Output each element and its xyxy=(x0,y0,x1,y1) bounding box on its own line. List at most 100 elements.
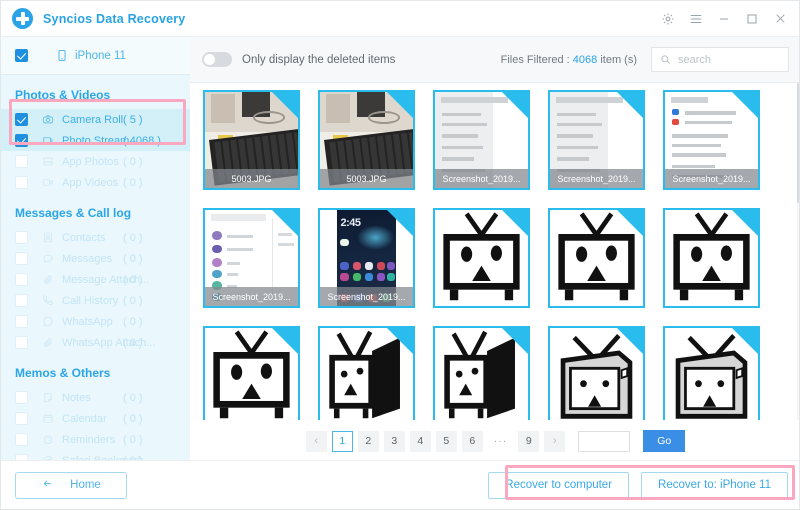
hamburger-menu-icon[interactable] xyxy=(689,12,703,26)
sidebar-section-title: Memos & Others xyxy=(15,366,111,380)
sidebar-item-count: ( 0 ) xyxy=(123,412,143,425)
thumbnail-item[interactable] xyxy=(663,208,760,308)
thumbnail-item[interactable]: 2:45 Screenshot_2019... xyxy=(318,208,415,308)
sidebar-item-label: Reminders xyxy=(62,433,116,446)
sidebar-item-camera-roll[interactable]: Camera Roll( 5 ) xyxy=(1,109,190,130)
thumbnail-item[interactable]: Screenshot_2019... xyxy=(433,90,530,190)
thumbnail-item[interactable] xyxy=(433,208,530,308)
sidebar-item-checkbox xyxy=(15,294,28,307)
minimize-icon[interactable] xyxy=(717,12,731,26)
thumbnail-caption: Screenshot_2019... xyxy=(665,169,758,188)
search-box[interactable] xyxy=(651,47,789,72)
sidebar-item-label: App Photos xyxy=(62,155,119,168)
selected-corner-icon xyxy=(502,328,528,354)
sidebar-item-messages: Messages ( 0 ) xyxy=(1,248,190,269)
pagination-page-9[interactable]: 9 xyxy=(518,430,540,452)
sidebar-item-call-history: Call History ( 0 ) xyxy=(1,290,190,311)
sidebar-item-label: Calendar xyxy=(62,412,107,425)
sidebar-item-photo-stream[interactable]: Photo Stream( 4068 ) xyxy=(1,130,190,151)
recover-to-computer-button[interactable]: Recover to computer xyxy=(488,471,630,499)
sidebar-item-count: ( 0 ) xyxy=(123,336,143,349)
pagination-go-button[interactable]: Go xyxy=(643,430,686,452)
reminder-icon xyxy=(42,434,55,445)
sidebar-item-notes: Notes ( 0 ) xyxy=(1,387,190,408)
recover-to-device-button[interactable]: Recover to: iPhone 11 xyxy=(641,471,788,499)
thumbnail-item[interactable]: Screenshot_2019... xyxy=(203,208,300,308)
thumbnail-item[interactable]: Screenshot_2019... xyxy=(663,90,760,190)
sidebar-item-checkbox xyxy=(15,412,28,425)
pagination-jump-input[interactable] xyxy=(578,430,631,452)
sidebar-item-label: Camera Roll xyxy=(62,113,124,126)
maximize-icon[interactable] xyxy=(745,12,759,26)
recover-button-group: Recover to computer Recover to: iPhone 1… xyxy=(488,471,788,499)
app-title: Syncios Data Recovery xyxy=(43,11,186,26)
thumbnail-item[interactable] xyxy=(203,326,300,420)
photo-stack-icon xyxy=(42,135,55,146)
sidebar-item-contacts: Contacts ( 0 ) xyxy=(1,227,190,248)
thumbnail-item[interactable] xyxy=(433,326,530,420)
sidebar-item-calendar: Calendar ( 0 ) xyxy=(1,408,190,429)
sidebar-item-checkbox[interactable] xyxy=(15,113,28,126)
selected-corner-icon xyxy=(617,210,643,236)
selected-corner-icon xyxy=(502,92,528,118)
deleted-items-toggle[interactable] xyxy=(202,52,232,67)
sidebar-item-checkbox xyxy=(15,155,28,168)
pagination-page-3[interactable]: 3 xyxy=(383,430,405,452)
sidebar-item-count: ( 0 ) xyxy=(123,231,143,244)
notes-icon xyxy=(42,392,55,403)
thumbnail-item[interactable] xyxy=(663,326,760,420)
thumbnail-item[interactable]: 5003.JPG xyxy=(203,90,300,190)
phone-call-icon xyxy=(42,295,55,306)
thumbnail-item[interactable]: Screenshot_2019... xyxy=(548,90,645,190)
thumbnail-item[interactable] xyxy=(318,326,415,420)
search-input[interactable] xyxy=(678,53,780,66)
pagination-page-2[interactable]: 2 xyxy=(357,430,379,452)
sidebar-item-checkbox xyxy=(15,231,28,244)
home-button[interactable]: Home xyxy=(15,471,127,499)
phone-icon xyxy=(56,48,68,63)
selected-corner-icon xyxy=(502,210,528,236)
sidebar-device-row[interactable]: iPhone 11 xyxy=(1,37,190,75)
pagination-page-5[interactable]: 5 xyxy=(435,430,457,452)
files-filtered-suffix: item (s) xyxy=(597,53,637,66)
thumbnail-grid-container: 5003.JPG 5003.JPG Screenshot_2019... Screen… xyxy=(190,83,799,420)
sidebar-item-checkbox[interactable] xyxy=(15,134,28,147)
thumbnail-caption: 5003.JPG xyxy=(205,169,298,188)
sidebar-item-checkbox xyxy=(15,315,28,328)
title-bar: Syncios Data Recovery xyxy=(1,1,799,37)
sidebar-item-reminders: Reminders ( 0 ) xyxy=(1,429,190,450)
sidebar-item-checkbox xyxy=(15,176,28,189)
deleted-items-label: Only display the deleted items xyxy=(242,53,396,66)
sidebar-item-checkbox xyxy=(15,252,28,265)
application-window: Syncios Data Recovery iPhone 11 Photos &… xyxy=(0,0,800,510)
files-filtered-count: 4068 xyxy=(572,53,598,66)
pagination: ‹ 1 2 3 4 5 6 ··· 9 › Go xyxy=(190,420,799,462)
pagination-page-1[interactable]: 1 xyxy=(331,430,353,452)
device-checkbox[interactable] xyxy=(15,49,28,62)
main-panel: Only display the deleted items Files Fil… xyxy=(190,37,799,462)
app-photos-icon xyxy=(42,156,55,167)
thumbnail-caption: Screenshot_2019... xyxy=(435,169,528,188)
filter-bar: Only display the deleted items Files Fil… xyxy=(190,37,799,83)
sidebar-item-count: ( 0 ) xyxy=(123,252,143,265)
pagination-next-button[interactable]: › xyxy=(544,430,566,452)
sidebar-item-label: App Videos xyxy=(62,176,119,189)
selected-corner-icon xyxy=(732,328,758,354)
thumbnail-item[interactable] xyxy=(548,326,645,420)
sidebar-item-count: ( 5 ) xyxy=(123,113,143,126)
sidebar-item-count: ( 0 ) xyxy=(123,176,143,189)
thumbnail-item[interactable] xyxy=(548,208,645,308)
thumbnail-caption: Screenshot_2019... xyxy=(320,287,413,306)
sidebar-item-count: ( 0 ) xyxy=(123,315,143,328)
pagination-page-4[interactable]: 4 xyxy=(409,430,431,452)
files-filtered-prefix: Files Filtered : xyxy=(500,53,573,66)
thumbnail-item[interactable]: 5003.JPG xyxy=(318,90,415,190)
calendar-icon xyxy=(42,413,55,424)
pagination-prev-button[interactable]: ‹ xyxy=(305,430,327,452)
sidebar-item-count: ( 0 ) xyxy=(123,433,143,446)
gear-icon[interactable] xyxy=(661,12,675,26)
whatsapp-icon xyxy=(42,316,55,327)
sidebar-item-checkbox xyxy=(15,391,28,404)
close-icon[interactable] xyxy=(773,12,787,26)
pagination-page-6[interactable]: 6 xyxy=(461,430,483,452)
